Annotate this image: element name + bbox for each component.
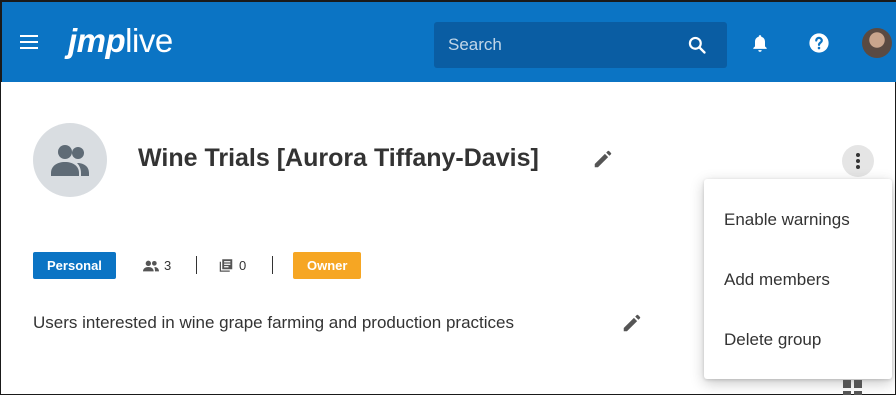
posts-count: 0	[239, 258, 247, 273]
owner-badge: Owner	[293, 252, 362, 279]
jmplive-logo[interactable]: jmplive	[68, 22, 173, 60]
user-avatar[interactable]	[862, 28, 892, 58]
bell-icon[interactable]	[750, 32, 770, 54]
search-box[interactable]	[434, 22, 727, 68]
more-dot-icon	[856, 165, 860, 169]
stat-divider	[272, 256, 273, 274]
group-options-menu: Enable warnings Add members Delete group	[704, 179, 892, 379]
group-description: Users interested in wine grape farming a…	[33, 313, 514, 332]
menu-item-enable-warnings[interactable]: Enable warnings	[704, 192, 892, 248]
group-avatar	[33, 123, 107, 197]
top-app-bar: jmplive	[0, 0, 896, 82]
menu-icon[interactable]	[20, 35, 38, 49]
members-icon	[143, 260, 159, 271]
members-stat[interactable]: 3	[143, 258, 171, 273]
menu-item-delete-group[interactable]: Delete group	[704, 312, 892, 368]
edit-description-pencil-icon[interactable]	[621, 312, 643, 334]
personal-badge: Personal	[33, 252, 116, 279]
posts-stat[interactable]: 0	[218, 258, 246, 273]
edit-title-pencil-icon[interactable]	[592, 148, 614, 170]
search-input[interactable]	[448, 32, 668, 58]
search-icon[interactable]	[687, 35, 707, 55]
menu-item-add-members[interactable]: Add members	[704, 252, 892, 308]
stat-divider	[196, 256, 197, 274]
more-options-button[interactable]	[842, 145, 874, 177]
logo-live-text: live	[125, 22, 173, 59]
grid-view-icon[interactable]	[843, 380, 863, 395]
posts-icon	[219, 259, 233, 272]
members-count: 3	[164, 258, 172, 273]
group-title: Wine Trials [Aurora Tiffany-Davis]	[138, 144, 539, 172]
logo-jmp-text: jmp	[68, 22, 126, 59]
help-icon[interactable]	[808, 32, 830, 54]
more-dot-icon	[856, 159, 860, 163]
group-icon	[51, 145, 89, 176]
more-dot-icon	[856, 153, 860, 157]
